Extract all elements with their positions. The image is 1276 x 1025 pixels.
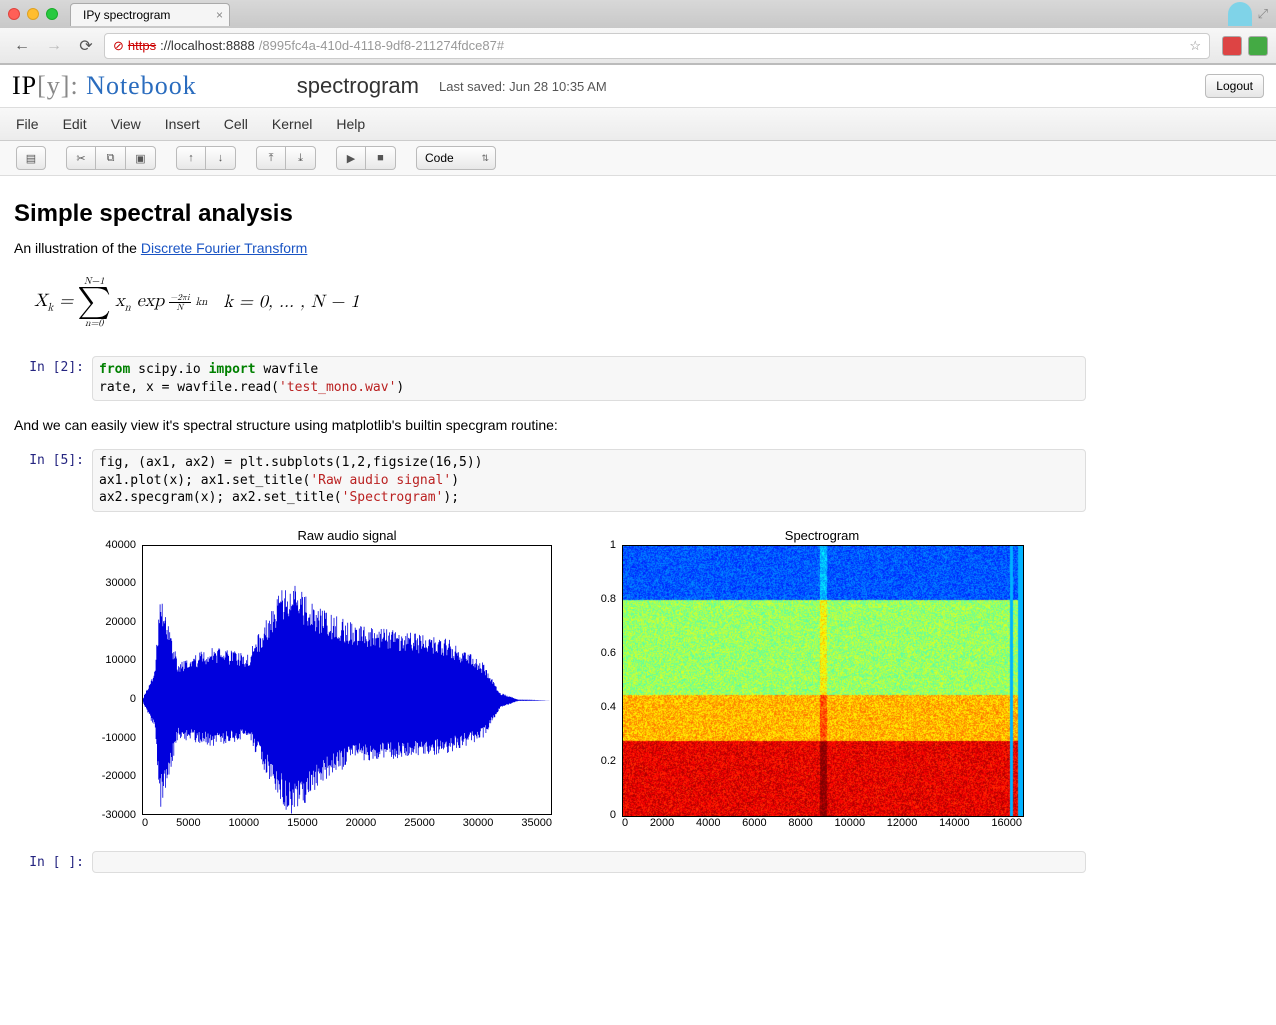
menu-file[interactable]: File xyxy=(16,116,39,132)
math-formula: Xk = N−1 ∑ n=0 xn exp −2πiN kn k = 0, … … xyxy=(14,264,1086,340)
extension-icon-1[interactable] xyxy=(1222,36,1242,56)
ssl-warning-icon: ⊘ xyxy=(113,38,124,54)
extension-icons xyxy=(1222,36,1268,56)
back-button[interactable]: ← xyxy=(8,33,36,59)
input-prompt: In [2]: xyxy=(14,356,84,401)
save-button[interactable]: ▤ xyxy=(16,146,46,170)
intro-paragraph: An illustration of the Discrete Fourier … xyxy=(14,240,1086,256)
code-input[interactable]: fig, (ax1, ax2) = plt.subplots(1,2,figsi… xyxy=(92,449,1086,512)
browser-tab[interactable]: IPy spectrogram × xyxy=(70,3,230,26)
run-button[interactable]: ▶ xyxy=(336,146,366,170)
menu-kernel[interactable]: Kernel xyxy=(272,116,312,132)
output-area: Raw audio signal -30000-20000-1000001000… xyxy=(92,528,1086,831)
minimize-window-icon[interactable] xyxy=(27,8,39,20)
markdown-cell-mid: And we can easily view it's spectral str… xyxy=(14,417,1086,433)
input-prompt: In [ ]: xyxy=(14,851,84,873)
spectrogram-canvas xyxy=(622,545,1024,817)
browser-tab-title: IPy spectrogram xyxy=(83,8,170,22)
copy-button[interactable]: ⧉ xyxy=(96,146,126,170)
bookmark-star-icon[interactable]: ☆ xyxy=(1189,38,1201,54)
plot-title: Spectrogram xyxy=(622,528,1022,543)
run-above-button[interactable]: ⤒ xyxy=(256,146,286,170)
notebook-title[interactable]: spectrogram xyxy=(297,73,419,99)
code-cell-empty[interactable]: In [ ]: xyxy=(14,851,1086,873)
extension-icon-2[interactable] xyxy=(1248,36,1268,56)
cut-button[interactable]: ✂ xyxy=(66,146,96,170)
nav-bar: ← → ⟳ ⊘ https ://localhost:8888 /8995fc4… xyxy=(0,28,1276,64)
code-input-empty[interactable] xyxy=(92,851,1086,873)
url-bar[interactable]: ⊘ https ://localhost:8888 /8995fc4a-410d… xyxy=(104,33,1210,59)
last-saved-label: Last saved: Jun 28 10:35 AM xyxy=(439,79,607,94)
expand-icon[interactable]: ⤢ xyxy=(1258,6,1268,22)
input-prompt: In [5]: xyxy=(14,449,84,512)
logout-button[interactable]: Logout xyxy=(1205,74,1264,98)
url-path: /8995fc4a-410d-4118-9df8-211274fdce87# xyxy=(259,38,504,53)
url-scheme: https xyxy=(128,38,156,53)
plot-waveform: Raw audio signal -30000-20000-1000001000… xyxy=(142,528,552,831)
paste-button[interactable]: ▣ xyxy=(126,146,156,170)
stop-button[interactable]: ■ xyxy=(366,146,396,170)
close-tab-icon[interactable]: × xyxy=(216,8,223,22)
menu-cell[interactable]: Cell xyxy=(224,116,248,132)
toolbar: ▤ ✂⧉▣ ↑↓ ⤒⤓ ▶■ Code xyxy=(0,141,1276,176)
code-input[interactable]: from scipy.io import wavfile rate, x = w… xyxy=(92,356,1086,401)
notebook-header: IP[y]: Notebook spectrogram Last saved: … xyxy=(0,65,1276,108)
tab-bar: IPy spectrogram × ⤢ xyxy=(0,0,1276,28)
menu-view[interactable]: View xyxy=(111,116,141,132)
traffic-lights xyxy=(8,8,58,20)
maximize-window-icon[interactable] xyxy=(46,8,58,20)
down-button[interactable]: ↓ xyxy=(206,146,236,170)
forward-button[interactable]: → xyxy=(40,33,68,59)
page-title: Simple spectral analysis xyxy=(14,200,1086,228)
menu-edit[interactable]: Edit xyxy=(63,116,87,132)
menu-insert[interactable]: Insert xyxy=(165,116,200,132)
notebook-content: Simple spectral analysis An illustration… xyxy=(0,176,1100,913)
browser-chrome: IPy spectrogram × ⤢ ← → ⟳ ⊘ https ://loc… xyxy=(0,0,1276,65)
close-window-icon[interactable] xyxy=(8,8,20,20)
code-cell-2[interactable]: In [2]: from scipy.io import wavfile rat… xyxy=(14,356,1086,401)
url-host: ://localhost:8888 xyxy=(160,38,255,53)
menu-help[interactable]: Help xyxy=(336,116,365,132)
reload-button[interactable]: ⟳ xyxy=(72,33,100,59)
dft-link[interactable]: Discrete Fourier Transform xyxy=(141,240,307,256)
plot-title: Raw audio signal xyxy=(142,528,552,543)
browser-avatar-area: ⤢ xyxy=(1228,2,1268,26)
menu-bar: File Edit View Insert Cell Kernel Help xyxy=(0,108,1276,141)
ipython-logo: IP[y]: Notebook xyxy=(12,71,197,101)
profile-icon[interactable] xyxy=(1228,2,1252,26)
up-button[interactable]: ↑ xyxy=(176,146,206,170)
code-cell-5[interactable]: In [5]: fig, (ax1, ax2) = plt.subplots(1… xyxy=(14,449,1086,512)
waveform-svg xyxy=(142,545,552,815)
run-below-button[interactable]: ⤓ xyxy=(286,146,316,170)
cell-type-select[interactable]: Code xyxy=(416,146,496,170)
markdown-cell-heading: Simple spectral analysis An illustration… xyxy=(14,200,1086,340)
plot-spectrogram: Spectrogram 00.20.40.60.81 0200040006000… xyxy=(622,528,1022,831)
